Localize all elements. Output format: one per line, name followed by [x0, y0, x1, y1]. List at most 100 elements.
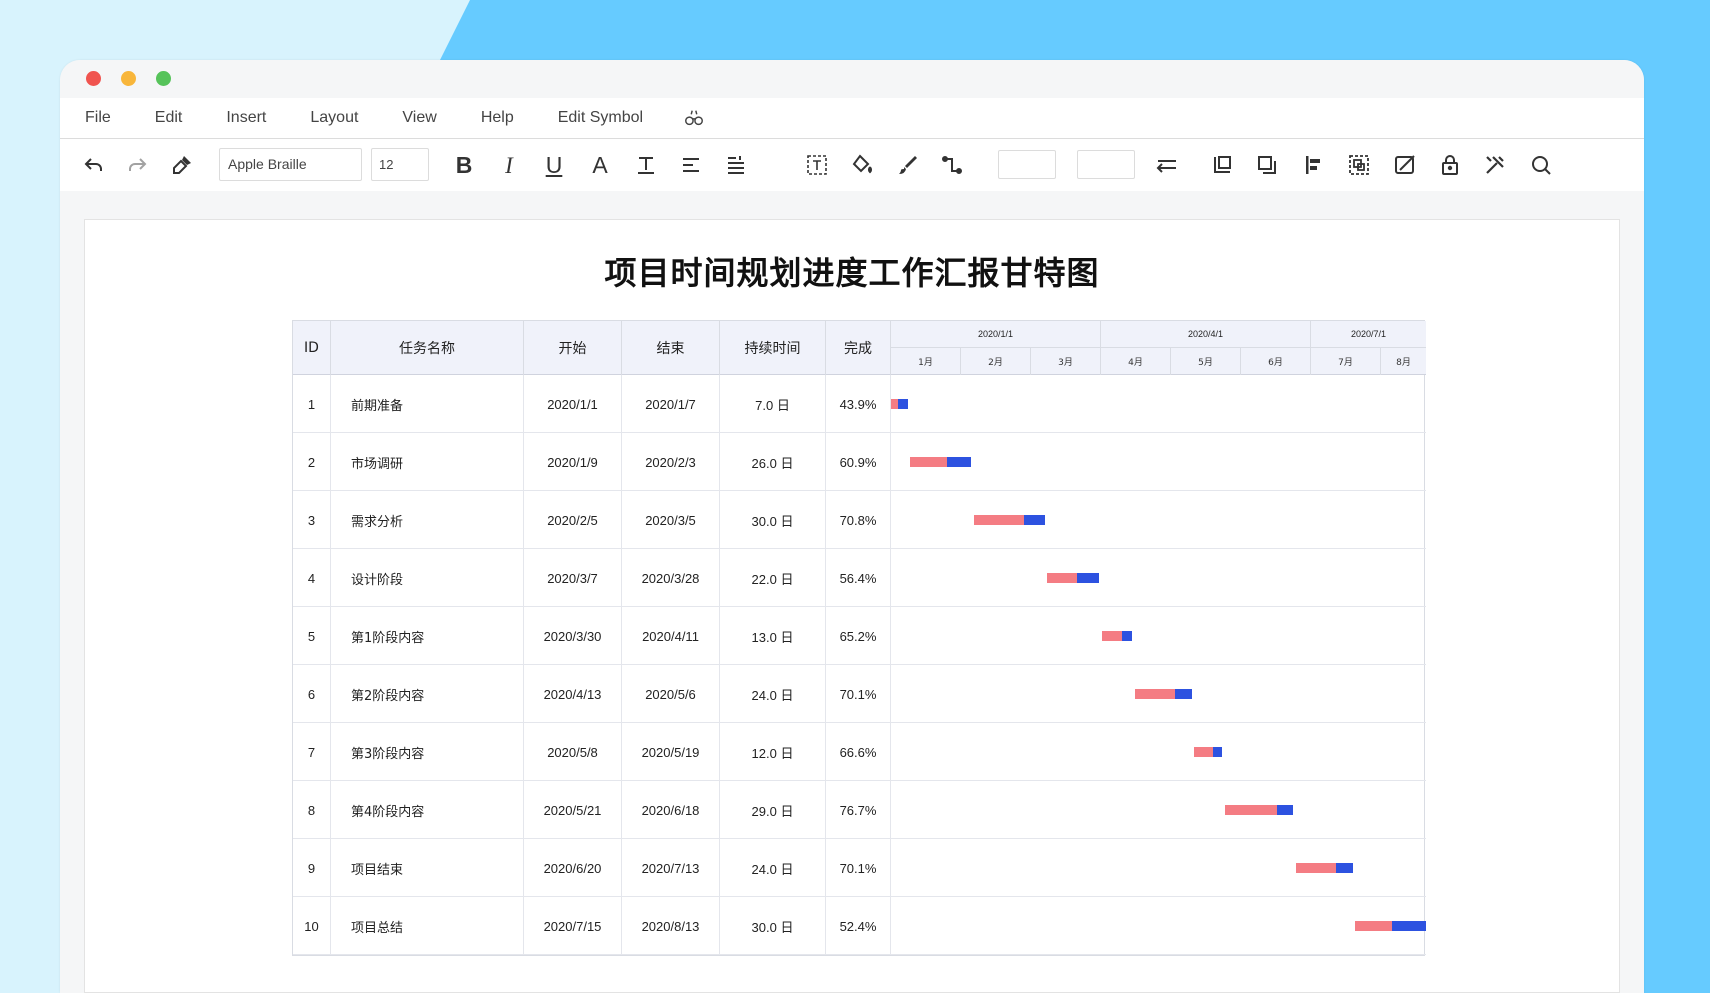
text-color-button[interactable]: A: [586, 151, 614, 179]
gantt-bar-remaining: [898, 399, 908, 409]
column-header-duration: 持续时间: [720, 321, 826, 375]
line-spacing-button[interactable]: [722, 151, 750, 179]
gantt-bar-completed: [1194, 747, 1213, 757]
group-icon: [1349, 155, 1369, 175]
table-row[interactable]: 5 第1阶段内容 2020/3/30 2020/4/11 13.0 日 65.2%: [293, 607, 1426, 665]
gantt-bar-remaining: [1277, 805, 1294, 815]
text-box-icon: [807, 155, 827, 175]
table-row[interactable]: 10 项目总结 2020/7/15 2020/8/13 30.0 日 52.4%: [293, 897, 1426, 955]
line-color-button[interactable]: [893, 151, 921, 179]
redo-button[interactable]: [123, 151, 151, 179]
timeline-month: 5月: [1171, 348, 1241, 375]
table-row[interactable]: 9 项目结束 2020/6/20 2020/7/13 24.0 日 70.1%: [293, 839, 1426, 897]
underline-icon: U: [545, 151, 563, 178]
bring-front-button[interactable]: [1208, 151, 1236, 179]
connector-button[interactable]: [938, 151, 966, 179]
cell-duration: 26.0 日: [720, 433, 826, 491]
gantt-bar[interactable]: [891, 399, 908, 409]
underline-button[interactable]: U: [540, 151, 568, 179]
gantt-bar[interactable]: [1295, 863, 1353, 873]
gantt-header: ID 任务名称 开始 结束 持续时间 完成 2020/1/1 2020/4/1 …: [293, 321, 1426, 375]
font-family-field[interactable]: Apple Braille: [219, 148, 362, 181]
gantt-bar-remaining: [1212, 747, 1223, 757]
maximize-window-button[interactable]: [156, 71, 171, 86]
undo-button[interactable]: [80, 151, 108, 179]
table-row[interactable]: 7 第3阶段内容 2020/5/8 2020/5/19 12.0 日 66.6%: [293, 723, 1426, 781]
cell-id: 10: [293, 897, 331, 955]
cell-duration: 24.0 日: [720, 665, 826, 723]
text-box-button[interactable]: [803, 151, 831, 179]
line-width-field[interactable]: [998, 150, 1056, 179]
font-size-value: 12: [379, 157, 394, 172]
cell-start: 2020/1/1: [524, 375, 622, 433]
table-row[interactable]: 2 市场调研 2020/1/9 2020/2/3 26.0 日 60.9%: [293, 433, 1426, 491]
cell-task-name: 设计阶段: [331, 549, 524, 607]
table-row[interactable]: 4 设计阶段 2020/3/7 2020/3/28 22.0 日 56.4%: [293, 549, 1426, 607]
cell-start: 2020/1/9: [524, 433, 622, 491]
cell-end: 2020/5/19: [622, 723, 720, 781]
align-button[interactable]: [677, 151, 705, 179]
menu-edit-symbol[interactable]: Edit Symbol: [558, 109, 643, 127]
shadow-button[interactable]: [1253, 151, 1281, 179]
menu-help[interactable]: Help: [481, 109, 514, 127]
table-row[interactable]: 3 需求分析 2020/2/5 2020/3/5 30.0 日 70.8%: [293, 491, 1426, 549]
cell-complete: 70.1%: [826, 665, 891, 723]
cell-end: 2020/3/5: [622, 491, 720, 549]
gantt-bar-completed: [1134, 689, 1175, 699]
table-row[interactable]: 6 第2阶段内容 2020/4/13 2020/5/6 24.0 日 70.1%: [293, 665, 1426, 723]
fill-color-button[interactable]: [848, 151, 876, 179]
cell-complete: 70.1%: [826, 839, 891, 897]
cell-end: 2020/5/6: [622, 665, 720, 723]
format-painter-button[interactable]: [168, 151, 196, 179]
arrow-style-button[interactable]: [1153, 151, 1181, 179]
timeline-month: 1月: [891, 348, 961, 375]
cell-duration: 30.0 日: [720, 491, 826, 549]
menu-edit[interactable]: Edit: [155, 109, 183, 127]
table-row[interactable]: 8 第4阶段内容 2020/5/21 2020/6/18 29.0 日 76.7%: [293, 781, 1426, 839]
align-shapes-icon: [1306, 156, 1320, 174]
replace-shape-button[interactable]: [1391, 151, 1419, 179]
gantt-bar-completed: [1047, 573, 1077, 583]
menu-layout[interactable]: Layout: [310, 109, 358, 127]
cell-id: 8: [293, 781, 331, 839]
timeline-month: 2月: [961, 348, 1031, 375]
timeline-month: 3月: [1031, 348, 1101, 375]
binoculars-icon[interactable]: [683, 107, 705, 129]
menu-insert[interactable]: Insert: [226, 109, 266, 127]
gantt-bar[interactable]: [1047, 573, 1100, 583]
gantt-bar-remaining: [1121, 631, 1133, 641]
gantt-bar[interactable]: [909, 457, 972, 467]
gantt-bar[interactable]: [1224, 805, 1294, 815]
gantt-bar[interactable]: [1194, 747, 1223, 757]
tools-button[interactable]: [1481, 151, 1509, 179]
close-window-button[interactable]: [86, 71, 101, 86]
italic-button[interactable]: I: [495, 151, 523, 179]
cell-end: 2020/8/13: [622, 897, 720, 955]
cell-duration: 7.0 日: [720, 375, 826, 433]
search-button[interactable]: [1527, 151, 1555, 179]
minimize-window-button[interactable]: [121, 71, 136, 86]
cell-task-name: 需求分析: [331, 491, 524, 549]
menu-view[interactable]: View: [402, 109, 436, 127]
gantt-bar[interactable]: [1134, 689, 1192, 699]
line-spacing-icon: [728, 156, 744, 174]
text-style-button[interactable]: [632, 151, 660, 179]
lock-icon: [1442, 155, 1458, 175]
table-row[interactable]: 1 前期准备 2020/1/1 2020/1/7 7.0 日 43.9%: [293, 375, 1426, 433]
gantt-bar-remaining: [1392, 921, 1426, 931]
bold-button[interactable]: B: [450, 151, 478, 179]
group-button[interactable]: [1345, 151, 1373, 179]
cell-end: 2020/7/13: [622, 839, 720, 897]
cell-end: 2020/1/7: [622, 375, 720, 433]
align-shapes-button[interactable]: [1300, 151, 1328, 179]
menu-file[interactable]: File: [85, 109, 111, 127]
column-header-id: ID: [293, 321, 331, 375]
gantt-bar[interactable]: [973, 515, 1045, 525]
cell-id: 9: [293, 839, 331, 897]
lock-button[interactable]: [1436, 151, 1464, 179]
gantt-bar[interactable]: [1101, 631, 1133, 641]
arrow-style-icon: [1156, 160, 1176, 173]
line-style-field[interactable]: [1077, 150, 1135, 179]
font-size-field[interactable]: 12: [371, 148, 429, 181]
gantt-bar[interactable]: [1354, 921, 1426, 931]
